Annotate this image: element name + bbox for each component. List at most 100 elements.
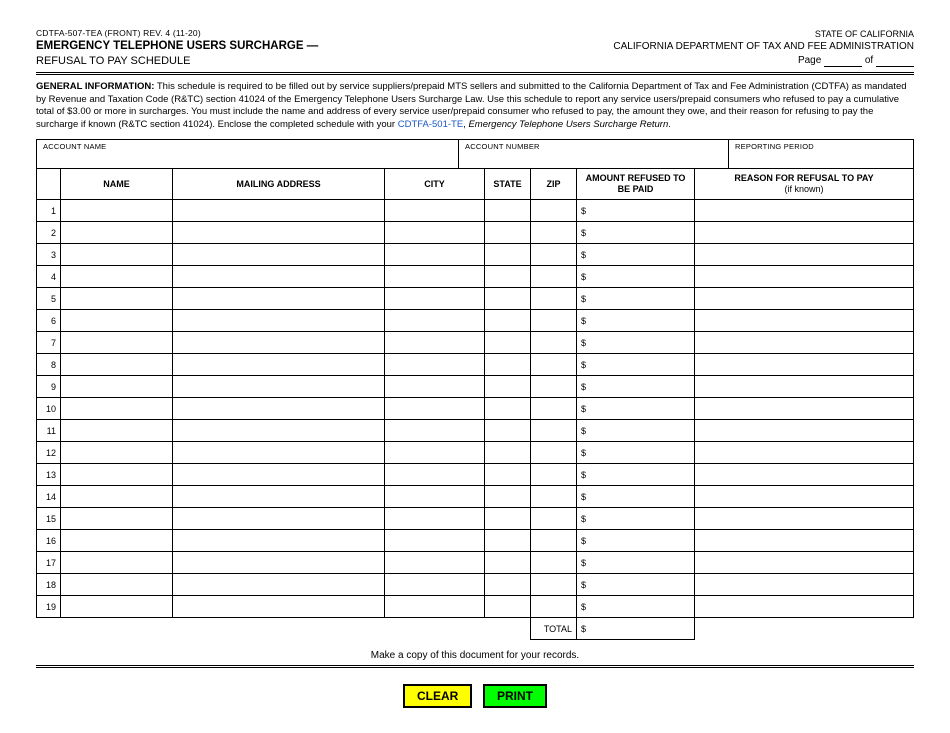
reason-input[interactable]	[699, 310, 909, 331]
zip-input[interactable]	[535, 420, 572, 441]
city-input[interactable]	[389, 200, 480, 221]
state-input[interactable]	[489, 442, 526, 463]
reason-input[interactable]	[699, 486, 909, 507]
zip-input[interactable]	[535, 288, 572, 309]
name-input[interactable]	[65, 222, 168, 243]
name-input[interactable]	[65, 244, 168, 265]
amount-input[interactable]	[589, 382, 690, 392]
state-input[interactable]	[489, 596, 526, 617]
reason-input[interactable]	[699, 442, 909, 463]
address-input[interactable]	[177, 244, 380, 265]
address-input[interactable]	[177, 354, 380, 375]
reason-input[interactable]	[699, 508, 909, 529]
city-input[interactable]	[389, 332, 480, 353]
reason-input[interactable]	[699, 200, 909, 221]
amount-input[interactable]	[589, 448, 690, 458]
zip-input[interactable]	[535, 332, 572, 353]
name-input[interactable]	[65, 530, 168, 551]
state-input[interactable]	[489, 464, 526, 485]
state-input[interactable]	[489, 266, 526, 287]
reason-input[interactable]	[699, 332, 909, 353]
state-input[interactable]	[489, 310, 526, 331]
state-input[interactable]	[489, 552, 526, 573]
zip-input[interactable]	[535, 486, 572, 507]
clear-button[interactable]: CLEAR	[403, 684, 472, 708]
state-input[interactable]	[489, 244, 526, 265]
city-input[interactable]	[389, 376, 480, 397]
zip-input[interactable]	[535, 222, 572, 243]
print-button[interactable]: PRINT	[483, 684, 547, 708]
amount-input[interactable]	[589, 250, 690, 260]
amount-input[interactable]	[589, 272, 690, 282]
city-input[interactable]	[389, 398, 480, 419]
address-input[interactable]	[177, 398, 380, 419]
address-input[interactable]	[177, 574, 380, 595]
name-input[interactable]	[65, 332, 168, 353]
amount-input[interactable]	[589, 602, 690, 612]
city-input[interactable]	[389, 530, 480, 551]
zip-input[interactable]	[535, 464, 572, 485]
name-input[interactable]	[65, 552, 168, 573]
city-input[interactable]	[389, 486, 480, 507]
account-name-input[interactable]	[43, 151, 452, 163]
amount-input[interactable]	[589, 426, 690, 436]
zip-input[interactable]	[535, 530, 572, 551]
amount-input[interactable]	[589, 514, 690, 524]
reason-input[interactable]	[699, 288, 909, 309]
city-input[interactable]	[389, 266, 480, 287]
state-input[interactable]	[489, 332, 526, 353]
account-number-input[interactable]	[465, 151, 722, 163]
name-input[interactable]	[65, 420, 168, 441]
city-input[interactable]	[389, 354, 480, 375]
link-cdtfa-501-te[interactable]: CDTFA-501-TE	[398, 119, 463, 130]
address-input[interactable]	[177, 442, 380, 463]
address-input[interactable]	[177, 288, 380, 309]
amount-input[interactable]	[589, 404, 690, 414]
address-input[interactable]	[177, 596, 380, 617]
zip-input[interactable]	[535, 354, 572, 375]
state-input[interactable]	[489, 574, 526, 595]
reason-input[interactable]	[699, 222, 909, 243]
amount-input[interactable]	[589, 558, 690, 568]
address-input[interactable]	[177, 508, 380, 529]
state-input[interactable]	[489, 420, 526, 441]
address-input[interactable]	[177, 530, 380, 551]
amount-input[interactable]	[589, 206, 690, 216]
city-input[interactable]	[389, 310, 480, 331]
zip-input[interactable]	[535, 552, 572, 573]
zip-input[interactable]	[535, 398, 572, 419]
page-total-input[interactable]	[876, 55, 914, 67]
name-input[interactable]	[65, 398, 168, 419]
name-input[interactable]	[65, 464, 168, 485]
address-input[interactable]	[177, 310, 380, 331]
name-input[interactable]	[65, 266, 168, 287]
name-input[interactable]	[65, 442, 168, 463]
zip-input[interactable]	[535, 574, 572, 595]
city-input[interactable]	[389, 574, 480, 595]
amount-input[interactable]	[589, 360, 690, 370]
address-input[interactable]	[177, 200, 380, 221]
zip-input[interactable]	[535, 244, 572, 265]
city-input[interactable]	[389, 596, 480, 617]
city-input[interactable]	[389, 244, 480, 265]
name-input[interactable]	[65, 508, 168, 529]
amount-input[interactable]	[589, 338, 690, 348]
address-input[interactable]	[177, 552, 380, 573]
reason-input[interactable]	[699, 398, 909, 419]
state-input[interactable]	[489, 508, 526, 529]
address-input[interactable]	[177, 420, 380, 441]
name-input[interactable]	[65, 200, 168, 221]
amount-input[interactable]	[589, 470, 690, 480]
city-input[interactable]	[389, 288, 480, 309]
city-input[interactable]	[389, 420, 480, 441]
name-input[interactable]	[65, 288, 168, 309]
reason-input[interactable]	[699, 244, 909, 265]
state-input[interactable]	[489, 354, 526, 375]
amount-input[interactable]	[589, 580, 690, 590]
reason-input[interactable]	[699, 530, 909, 551]
reason-input[interactable]	[699, 464, 909, 485]
reason-input[interactable]	[699, 376, 909, 397]
reason-input[interactable]	[699, 420, 909, 441]
state-input[interactable]	[489, 530, 526, 551]
address-input[interactable]	[177, 222, 380, 243]
